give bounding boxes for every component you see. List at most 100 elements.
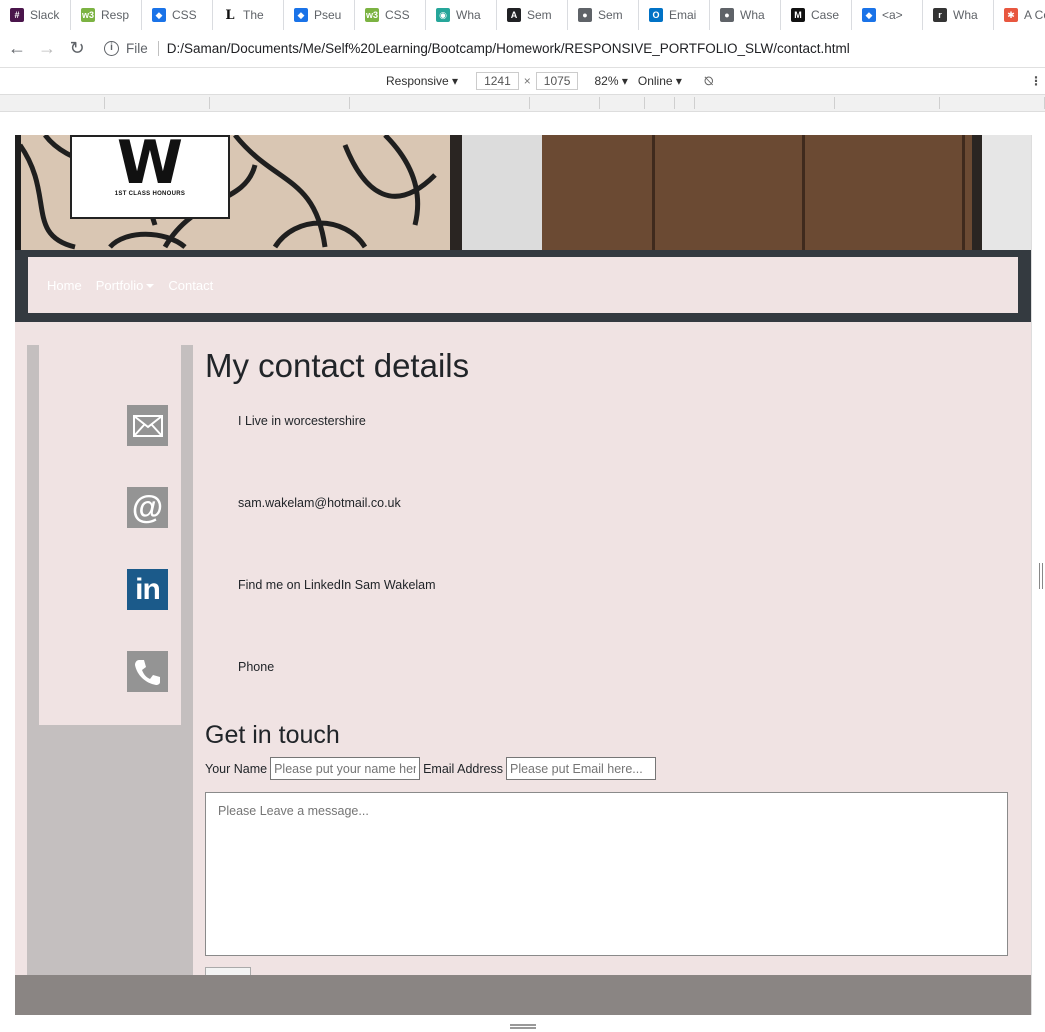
tab-favicon-icon: ✱: [1004, 8, 1018, 22]
media-query-bar: [0, 95, 1045, 112]
detail-phone: Phone: [238, 660, 275, 674]
url-scheme-label: File: [126, 41, 159, 56]
logo-letter: W: [116, 135, 184, 198]
detail-location: I Live in worcestershire: [238, 414, 366, 428]
browser-tab[interactable]: ◆ CSS: [142, 0, 213, 30]
nav-contact[interactable]: Contact: [168, 278, 213, 293]
url-text[interactable]: D:/Saman/Documents/Me/Self%20Learning/Bo…: [167, 41, 850, 56]
network-select[interactable]: Online ▾: [638, 74, 682, 88]
tab-label: The: [243, 8, 264, 22]
nav-portfolio[interactable]: Portfolio: [96, 278, 155, 293]
tab-label: Slack: [30, 8, 60, 22]
page: W 1ST CLASS HONOURS Home Portfolio Conta…: [15, 135, 1032, 1015]
banner-art-right: [982, 135, 1031, 250]
browser-tab[interactable]: ◆ <a>: [852, 0, 923, 30]
tab-label: Wha: [953, 8, 978, 22]
email-input[interactable]: [505, 757, 656, 780]
icon-column: @ in: [39, 345, 181, 725]
tab-label: CSS: [172, 8, 197, 22]
message-textarea[interactable]: [205, 792, 1008, 956]
browser-tab[interactable]: M Case: [781, 0, 852, 30]
detail-linkedin: Find me on LinkedIn Sam Wakelam: [238, 578, 436, 592]
tab-favicon-icon: #: [10, 8, 24, 22]
tab-favicon-icon: L: [223, 8, 237, 23]
name-label: Your Name: [205, 761, 268, 776]
width-input[interactable]: 1241: [476, 72, 519, 90]
tab-favicon-icon: M: [791, 8, 805, 22]
nav-home[interactable]: Home: [47, 278, 82, 293]
envelope-icon: [127, 405, 168, 446]
tab-favicon-icon: ◆: [152, 8, 166, 22]
tab-favicon-icon: ●: [720, 8, 734, 22]
banner-art-middle: [462, 135, 542, 250]
browser-tab[interactable]: ✱ A Co: [994, 0, 1045, 30]
banner-image: W 1ST CLASS HONOURS: [15, 135, 1031, 250]
tab-favicon-icon: O: [649, 8, 663, 22]
reload-icon[interactable]: ↻: [62, 38, 92, 59]
nav-portfolio-label: Portfolio: [95, 277, 144, 293]
browser-tab[interactable]: w3 Resp: [71, 0, 142, 30]
address-bar: ← → ↻ i File D:/Saman/Documents/Me/Self%…: [0, 30, 1045, 68]
browser-tab[interactable]: w3 CSS: [355, 0, 426, 30]
dimension-separator-icon: ×: [523, 74, 531, 88]
browser-tab[interactable]: r Wha: [923, 0, 994, 30]
navbar: Home Portfolio Contact: [15, 250, 1031, 322]
navbar-inner: Home Portfolio Contact: [28, 257, 1018, 313]
zoom-select[interactable]: 82% ▾: [594, 74, 627, 88]
browser-tab[interactable]: O Emai: [639, 0, 710, 30]
form-title: Get in touch: [205, 721, 340, 749]
browser-tab[interactable]: L The: [213, 0, 284, 30]
logo-tagline: 1ST CLASS HONOURS: [114, 191, 186, 197]
tab-favicon-icon: ◉: [436, 8, 450, 22]
browser-tab[interactable]: ● Sem: [568, 0, 639, 30]
browser-tab[interactable]: # Slack: [0, 0, 71, 30]
banner-art-left: W 1ST CLASS HONOURS: [15, 135, 450, 250]
browser-tab[interactable]: ● Wha: [710, 0, 781, 30]
name-input[interactable]: [270, 757, 421, 780]
tab-label: Resp: [101, 8, 130, 22]
browser-tab[interactable]: A Sem: [497, 0, 568, 30]
linkedin-icon[interactable]: in: [127, 569, 168, 610]
banner-wood-panel: [542, 135, 972, 250]
tab-label: Sem: [527, 8, 552, 22]
more-options-icon[interactable]: ⋮: [1030, 74, 1042, 88]
device-select-label: Responsive: [386, 74, 449, 88]
tab-label: Emai: [669, 8, 697, 22]
browser-tab[interactable]: ◆ Pseu: [284, 0, 355, 30]
device-toolbar: Responsive ▾ 1241 × 1075 82% ▾ Online ▾ …: [0, 68, 1045, 95]
tab-label: Wha: [740, 8, 765, 22]
url-field[interactable]: i File D:/Saman/Documents/Me/Self%20Lear…: [104, 34, 1045, 64]
tab-favicon-icon: w3: [365, 8, 379, 22]
page-title: My contact details: [205, 347, 470, 384]
caret-down-icon: [146, 284, 155, 289]
browser-tab[interactable]: ◉ Wha: [426, 0, 497, 30]
back-icon[interactable]: ←: [2, 38, 32, 59]
footer: [15, 975, 1031, 1015]
at-sign-icon: @: [127, 487, 168, 528]
device-select[interactable]: Responsive ▾: [386, 74, 458, 88]
tab-favicon-icon: A: [507, 8, 521, 22]
tab-strip: # Slack w3 Resp ◆ CSS L The ◆ Pseu w3 CSS ◉ Wha A Sem ● S…: [0, 0, 1045, 30]
tab-favicon-icon: ◆: [294, 8, 308, 22]
forward-icon[interactable]: →: [32, 38, 62, 59]
icon-sidebar: @ in: [27, 345, 193, 985]
tab-label: <a>: [882, 8, 903, 22]
tab-favicon-icon: w3: [81, 8, 95, 22]
resize-handle-bottom[interactable]: [510, 1024, 536, 1029]
detail-email: sam.wakelam@hotmail.co.uk: [238, 496, 401, 510]
contact-form-row: Your Name Email Address: [205, 757, 659, 780]
height-input[interactable]: 1075: [535, 72, 579, 90]
tab-favicon-icon: ◆: [862, 8, 876, 22]
tab-favicon-icon: r: [933, 8, 947, 22]
tab-label: Sem: [598, 8, 623, 22]
rotate-icon[interactable]: ⦰: [704, 74, 714, 89]
tab-label: Case: [811, 8, 840, 22]
phone-icon: [127, 651, 168, 692]
tab-label: A Co: [1024, 8, 1045, 22]
tab-favicon-icon: ●: [578, 8, 592, 22]
resize-handle-right[interactable]: [1039, 563, 1043, 589]
zoom-select-label: 82%: [594, 74, 619, 88]
info-icon[interactable]: i: [104, 41, 119, 56]
network-select-label: Online: [637, 74, 673, 88]
tab-label: Wha: [456, 8, 481, 22]
